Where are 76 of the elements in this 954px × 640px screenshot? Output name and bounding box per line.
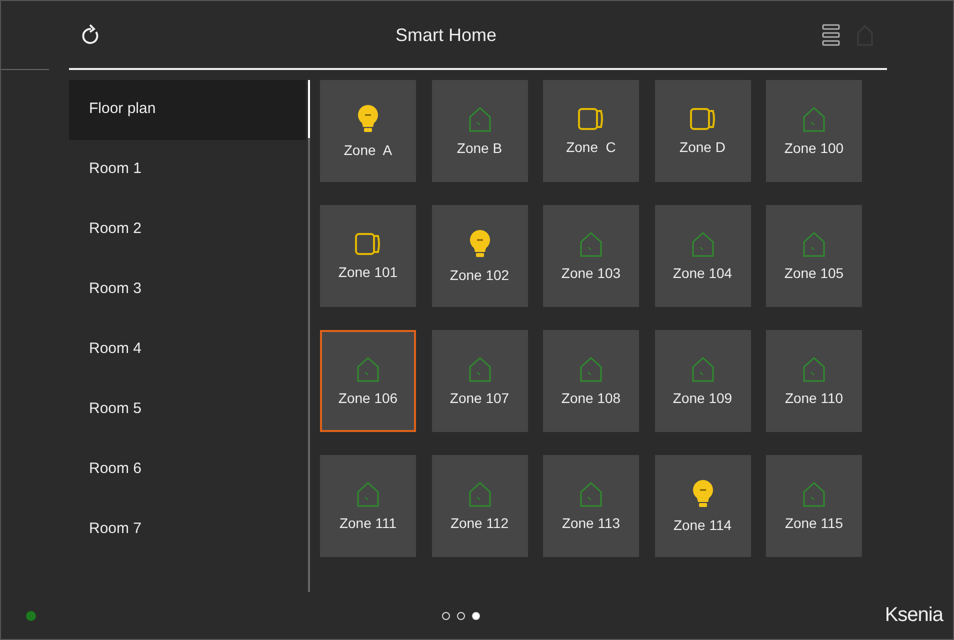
zone-label: Zone 112 xyxy=(450,515,509,531)
house-icon xyxy=(802,106,826,132)
brand-logo: Ksenia xyxy=(884,604,943,627)
page-dot[interactable] xyxy=(472,612,480,620)
zone-label: Zone 108 xyxy=(561,390,621,406)
zone-label: Zone 110 xyxy=(784,390,844,406)
light-bulb-icon xyxy=(357,104,379,134)
zone-tile[interactable]: Zone 100 xyxy=(766,80,862,182)
room-item[interactable]: Room 2 xyxy=(69,200,306,260)
zone-label: Zone 102 xyxy=(450,267,510,283)
house-icon xyxy=(468,481,492,507)
room-item[interactable]: Room 7 xyxy=(69,500,306,560)
zone-label: Zone 109 xyxy=(672,390,732,406)
status-dot-icon xyxy=(25,610,37,622)
house-icon xyxy=(468,356,492,382)
zone-tile[interactable]: Zone B xyxy=(432,80,528,182)
zone-tile[interactable]: Zone 103 xyxy=(543,205,639,307)
house-icon xyxy=(468,106,492,132)
zone-tile[interactable]: Zone 108 xyxy=(543,330,639,432)
zone-tile[interactable]: Zone 113 xyxy=(543,455,639,557)
zone-tile[interactable]: Zone 111 xyxy=(320,455,416,557)
zone-label: Zone 107 xyxy=(450,390,510,406)
room-item[interactable]: Room 6 xyxy=(69,440,306,500)
zone-tile[interactable]: Zone 104 xyxy=(654,205,750,307)
house-icon xyxy=(690,231,714,257)
page-dot[interactable] xyxy=(442,612,450,620)
zone-tile[interactable]: Zone 112 xyxy=(432,455,528,557)
zone-label: Zone 101 xyxy=(338,264,398,280)
room-item[interactable]: Floor plan xyxy=(69,80,306,140)
light-bulb-icon xyxy=(692,479,714,509)
house-icon xyxy=(579,481,603,507)
zone-label: Zone D xyxy=(680,139,726,155)
zone-label: Zone 100 xyxy=(784,140,844,156)
zone-label: Zone 105 xyxy=(784,265,844,281)
shutter-icon xyxy=(577,107,605,131)
zone-tile[interactable]: Zone 107 xyxy=(432,330,528,432)
zone-tile[interactable]: Zone 105 xyxy=(766,205,862,307)
zone-tile[interactable]: Zone C xyxy=(543,80,639,182)
zone-tile[interactable]: Zone 102 xyxy=(432,205,528,307)
zone-label: Zone B xyxy=(456,140,502,156)
zone-tile[interactable]: Zone 106 xyxy=(320,330,416,432)
house-icon xyxy=(579,356,603,382)
room-item[interactable]: Room 5 xyxy=(69,380,306,440)
zone-label: Zone 111 xyxy=(339,515,397,531)
zone-label: Zone C xyxy=(566,139,616,155)
zone-label: Zone A xyxy=(344,142,392,158)
list-icon[interactable] xyxy=(821,24,841,46)
zone-tile[interactable]: Zone 109 xyxy=(654,330,750,432)
zone-label: Zone 106 xyxy=(338,390,398,406)
house-icon xyxy=(356,481,380,507)
zone-tile[interactable]: Zone 114 xyxy=(654,455,750,557)
house-icon xyxy=(802,481,826,507)
zone-tile[interactable]: Zone 110 xyxy=(766,330,862,432)
room-item[interactable]: Room 1 xyxy=(69,140,306,200)
zone-label: Zone 113 xyxy=(562,515,620,531)
house-icon xyxy=(356,356,380,382)
house-icon xyxy=(802,231,826,257)
zone-tile[interactable]: Zone 115 xyxy=(766,455,862,557)
zone-tile[interactable]: Zone A xyxy=(320,80,416,182)
house-icon xyxy=(802,356,826,382)
zone-tile[interactable]: Zone 101 xyxy=(320,205,416,307)
light-bulb-icon xyxy=(468,229,490,259)
zone-tile[interactable]: Zone D xyxy=(654,80,750,182)
zone-label: Zone 103 xyxy=(561,265,621,281)
house-icon xyxy=(690,356,714,382)
window-title: Smart Home xyxy=(394,24,498,46)
refresh-icon[interactable] xyxy=(81,24,101,46)
zone-label: Zone 115 xyxy=(784,515,844,531)
shutter-icon xyxy=(354,232,382,256)
zone-label: Zone 114 xyxy=(673,517,732,533)
house-icon xyxy=(579,231,603,257)
room-item[interactable]: Room 4 xyxy=(69,320,306,380)
page-dot[interactable] xyxy=(456,612,465,620)
shutter-icon xyxy=(688,107,716,131)
zone-label: Zone 104 xyxy=(672,265,732,281)
room-item[interactable]: Room 3 xyxy=(69,260,306,320)
